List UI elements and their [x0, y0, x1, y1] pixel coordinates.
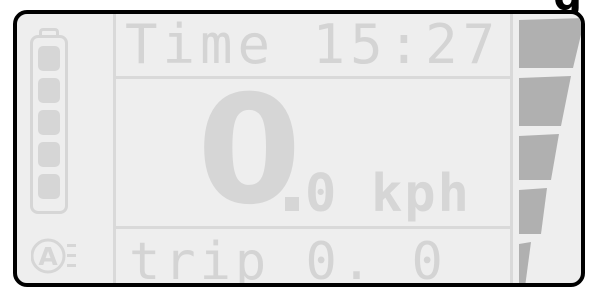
trip-divider: [116, 226, 510, 229]
speed-unit: kph: [371, 164, 471, 224]
battery-cell-3: [38, 110, 60, 135]
time-value: 15:27: [312, 13, 501, 76]
assist-level-bar-4: [519, 76, 571, 126]
right-divider: [510, 14, 513, 283]
time-divider: [116, 76, 510, 79]
battery-icon: [30, 28, 68, 214]
assist-level-bar-2: [519, 188, 547, 234]
battery-cell-5: [38, 174, 60, 199]
battery-cell-4: [38, 142, 60, 167]
trip-readout: trip 0. 0: [129, 232, 499, 287]
left-divider: [113, 14, 116, 283]
assist-mode-letter: A: [38, 242, 58, 271]
battery-cell-1: [38, 46, 60, 71]
speed-decimal: 0: [305, 164, 337, 224]
assist-level-bar-3: [519, 134, 559, 180]
trip-label: trip: [129, 232, 271, 287]
trip-value: 0. 0: [305, 232, 447, 287]
time-readout: Time 15:27: [125, 14, 495, 76]
speed-decimal-point: [285, 197, 299, 211]
assist-level-bar-1: [519, 242, 531, 283]
assist-mode-icon: A: [30, 236, 77, 276]
assist-level-indicator: [517, 14, 581, 283]
lcd-display: A Time 15:27 0 0 kph trip 0. 0: [13, 10, 585, 287]
battery-body: [30, 35, 68, 214]
speed-readout: 0 0 kph: [197, 76, 497, 226]
battery-cap: [39, 28, 59, 35]
battery-cell-2: [38, 78, 60, 103]
assist-level-bar-5: [519, 18, 581, 68]
